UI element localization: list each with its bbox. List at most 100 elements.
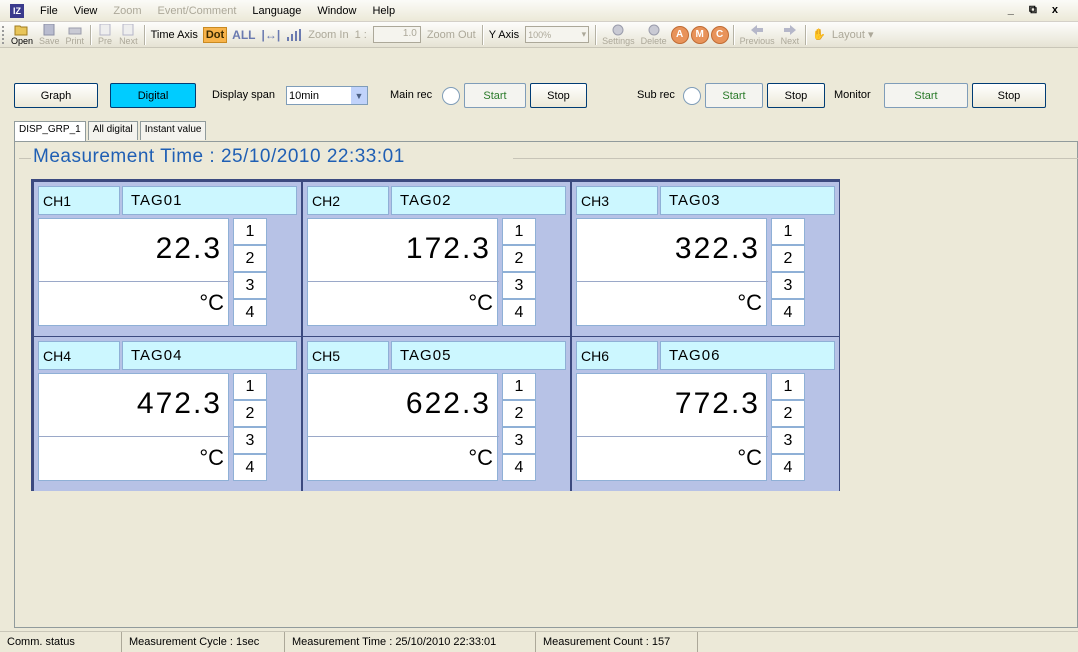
toolbar-separator (805, 24, 807, 45)
sub-rec-stop-button[interactable]: Stop (767, 83, 825, 108)
tab-disp-grp-1[interactable]: DISP_GRP_1 (14, 121, 86, 141)
open-label: Open (11, 35, 34, 46)
alarm-indicator-4: 4 (233, 299, 267, 326)
previous-button[interactable]: Previous (737, 23, 778, 47)
settings-button[interactable]: Settings (599, 23, 638, 47)
display-span-value: 10min (289, 89, 319, 102)
channel-tag: TAG04 (122, 341, 297, 370)
menu-file[interactable]: File (32, 5, 66, 17)
chevron-down-icon: ▼ (351, 87, 367, 104)
zoom-value-input[interactable]: 1.0 (372, 26, 421, 43)
next-page-label: Next (119, 35, 138, 46)
measurement-count: Measurement Count : 157 (536, 632, 698, 652)
save-button[interactable]: Save (36, 23, 63, 47)
channel-tile[interactable]: CH4 TAG04 472.3 °C 1 2 3 4 (34, 337, 301, 491)
menu-zoom[interactable]: Zoom (105, 5, 149, 17)
display-span-label: Display span (212, 89, 275, 101)
zoom-out-button[interactable]: Zoom Out (424, 29, 479, 41)
print-button[interactable]: Print (63, 23, 88, 47)
alarm-indicator-3: 3 (502, 427, 536, 454)
channel-grid: CH1 TAG01 22.3 °C 1 2 3 4 CH2 TAG02 172.… (31, 179, 840, 491)
alarm-indicator-2: 2 (771, 245, 805, 272)
graph-mode-button[interactable]: Graph (14, 83, 98, 108)
channel-tile[interactable]: CH3 TAG03 322.3 °C 1 2 3 4 (572, 182, 839, 336)
hand-icon[interactable]: ✋ (809, 28, 829, 41)
alarm-indicator-2: 2 (771, 400, 805, 427)
channel-tag: TAG06 (660, 341, 835, 370)
divider-line (39, 436, 230, 437)
menu-bar: IZ File View Zoom Event/Comment Language… (0, 0, 1078, 22)
tab-all-digital[interactable]: All digital (87, 121, 138, 140)
channel-value: 772.3 (674, 387, 760, 420)
previous-page-button[interactable]: Pre (94, 23, 116, 47)
all-button[interactable]: ALL (232, 28, 255, 42)
pre-label: Pre (98, 35, 113, 46)
sub-rec-label: Sub rec (637, 89, 675, 101)
next-button[interactable]: Next (778, 23, 803, 47)
alarm-indicator-1: 1 (771, 373, 805, 400)
channel-number: CH1 (38, 186, 120, 215)
page-next-icon (122, 23, 134, 35)
alarm-indicator-2: 2 (233, 245, 267, 272)
divider-line (577, 281, 768, 282)
tab-instant-value[interactable]: Instant value (139, 121, 207, 140)
y-axis-select[interactable]: 100% ▾ (525, 26, 590, 43)
save-label: Save (39, 35, 60, 46)
measurement-time-heading: Measurement Time : 25/10/2010 22:33:01 (33, 146, 405, 167)
alarm-indicator-4: 4 (771, 454, 805, 481)
monitor-start-button[interactable]: Start (884, 83, 968, 108)
channel-tag: TAG05 (391, 341, 566, 370)
channel-value: 172.3 (405, 232, 491, 265)
y-axis-label: Y Axis (488, 28, 520, 41)
channel-value: 322.3 (674, 232, 760, 265)
marker-c-button[interactable]: C (710, 25, 729, 44)
time-axis-label: Time Axis (150, 28, 198, 41)
channel-tag: TAG02 (391, 186, 566, 215)
alarm-indicator-1: 1 (771, 218, 805, 245)
next-page-button[interactable]: Next (116, 23, 141, 47)
fit-width-icon[interactable]: |↔| (262, 28, 281, 42)
arrow-previous-icon (751, 24, 764, 35)
divider-line (513, 158, 1078, 159)
zoom-in-button[interactable]: Zoom In (305, 29, 351, 41)
marker-a-button[interactable]: A (670, 25, 689, 44)
menu-view[interactable]: View (66, 5, 106, 17)
alarm-indicator-1: 1 (502, 373, 536, 400)
delete-button[interactable]: Delete (638, 23, 670, 47)
menu-language[interactable]: Language (244, 5, 309, 17)
alarm-indicator-1: 1 (502, 218, 536, 245)
window-controls[interactable]: _ ⧉ x (1008, 4, 1064, 17)
zoom-ratio-prefix: 1 : (354, 28, 367, 41)
value-box: 772.3 °C (576, 373, 768, 481)
layout-menu[interactable]: Layout ▾ (829, 28, 877, 41)
main-rec-start-button[interactable]: Start (464, 83, 526, 108)
open-button[interactable]: Open (8, 23, 36, 47)
menu-window[interactable]: Window (309, 5, 364, 17)
channel-tile[interactable]: CH5 TAG05 622.3 °C 1 2 3 4 (303, 337, 570, 491)
toolbar-grip[interactable] (2, 25, 6, 44)
digital-mode-button[interactable]: Digital (110, 83, 196, 108)
channel-number: CH2 (307, 186, 389, 215)
main-rec-label: Main rec (390, 89, 433, 101)
alarm-indicator-1: 1 (233, 218, 267, 245)
comm-status: Comm. status (0, 632, 122, 652)
floppy-disk-icon (43, 23, 55, 35)
app-logo-icon: IZ (10, 3, 24, 18)
menu-help[interactable]: Help (364, 5, 403, 17)
dot-button[interactable]: Dot (202, 26, 228, 43)
display-span-select[interactable]: 10min ▼ (286, 86, 368, 105)
main-rec-stop-button[interactable]: Stop (530, 83, 587, 108)
digital-display-panel: Measurement Time : 25/10/2010 22:33:01 C… (14, 141, 1078, 628)
marker-m-button[interactable]: M (690, 25, 709, 44)
alarm-indicator-4: 4 (233, 454, 267, 481)
folder-open-icon (14, 25, 28, 35)
channel-tile[interactable]: CH1 TAG01 22.3 °C 1 2 3 4 (34, 182, 301, 336)
channel-tile[interactable]: CH2 TAG02 172.3 °C 1 2 3 4 (303, 182, 570, 336)
alarm-indicator-2: 2 (502, 245, 536, 272)
menu-event-comment[interactable]: Event/Comment (150, 5, 245, 17)
sub-rec-start-button[interactable]: Start (705, 83, 763, 108)
toolbar-separator (90, 24, 92, 45)
channel-tile[interactable]: CH6 TAG06 772.3 °C 1 2 3 4 (572, 337, 839, 491)
monitor-stop-button[interactable]: Stop (972, 83, 1046, 108)
bar-level-icon[interactable] (286, 28, 302, 41)
